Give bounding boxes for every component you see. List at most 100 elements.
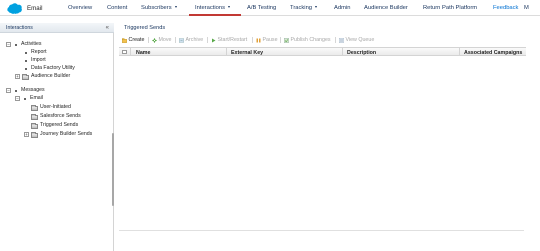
tree-item-data-factory-utility[interactable]: Data Factory Utility bbox=[0, 65, 110, 73]
nav-audience-builder[interactable]: Audience Builder bbox=[364, 5, 408, 11]
folder-icon bbox=[31, 131, 38, 138]
tree-item-label: User-Initiated bbox=[40, 104, 71, 110]
top-nav: Email Overview Content Subscribers Inter… bbox=[0, 0, 540, 16]
nav-interactions-label: Interactions bbox=[195, 5, 225, 11]
tree-item-label: Activities bbox=[21, 41, 42, 47]
move-button[interactable]: Move bbox=[152, 37, 171, 43]
tree-item-user-initiated[interactable]: User-Initiated bbox=[0, 104, 110, 112]
panel-header: Interactions « bbox=[0, 23, 114, 33]
bullet-icon bbox=[25, 51, 27, 54]
create-button[interactable]: Create bbox=[122, 37, 144, 43]
view-queue-label: View Queue bbox=[345, 37, 375, 43]
archive-label: Archive bbox=[185, 37, 204, 43]
folder-icon bbox=[31, 122, 38, 129]
nav-overflow[interactable]: M bbox=[524, 5, 529, 11]
tree-item-triggered-sends[interactable]: Triggered Sends bbox=[0, 122, 110, 130]
tree-item-email[interactable]: − Email bbox=[0, 95, 110, 103]
tree-item-label: Journey Builder Sends bbox=[40, 131, 93, 137]
column-header-associated-campaigns[interactable]: Associated Campaigns bbox=[464, 50, 522, 56]
move-label: Move bbox=[158, 37, 172, 43]
pause-icon bbox=[256, 38, 261, 42]
column-header-name[interactable]: Name bbox=[136, 50, 150, 56]
toolbar-separator bbox=[335, 37, 336, 43]
column-divider bbox=[342, 48, 343, 56]
bullet-icon bbox=[15, 89, 17, 92]
pause-button[interactable]: Pause bbox=[256, 37, 278, 43]
collapse-panel-icon[interactable]: « bbox=[106, 25, 109, 31]
triggered-sends-panel: Triggered Sends Create Move Archive Star… bbox=[119, 23, 540, 251]
column-header-description[interactable]: Description bbox=[347, 50, 376, 56]
tree-item-journey-builder-sends[interactable]: + Journey Builder Sends bbox=[0, 131, 110, 139]
app-name[interactable]: Email bbox=[27, 5, 42, 12]
toolbar-separator bbox=[252, 37, 253, 43]
start-restart-label: Start/Restart bbox=[217, 37, 248, 43]
column-header-external-key[interactable]: External Key bbox=[231, 50, 263, 56]
column-divider bbox=[459, 48, 460, 56]
chevron-down-icon bbox=[227, 6, 230, 9]
toolbar-separator bbox=[148, 37, 149, 43]
tree-item-messages[interactable]: − Messages bbox=[0, 87, 110, 95]
pause-label: Pause bbox=[262, 37, 278, 43]
collapse-icon[interactable]: − bbox=[6, 42, 11, 47]
tree-item-report[interactable]: Report bbox=[0, 49, 110, 57]
bullet-icon bbox=[24, 97, 26, 100]
nav-feedback[interactable]: Feedback bbox=[493, 5, 518, 11]
view-queue-icon bbox=[339, 37, 344, 43]
nav-overview[interactable]: Overview bbox=[68, 5, 92, 11]
collapse-icon[interactable]: − bbox=[15, 96, 20, 101]
select-all-checkbox[interactable] bbox=[122, 49, 127, 55]
tree-item-label: Import bbox=[31, 57, 46, 63]
tree-item-label: Email bbox=[30, 95, 43, 101]
publish-changes-label: Publish Changes bbox=[290, 37, 331, 43]
tree-item-label: Triggered Sends bbox=[40, 122, 79, 128]
nav-tracking-label: Tracking bbox=[290, 5, 313, 11]
folder-icon bbox=[31, 113, 38, 120]
publish-icon bbox=[284, 37, 289, 43]
nav-subscribers[interactable]: Subscribers bbox=[141, 5, 177, 11]
toolbar-separator bbox=[207, 37, 208, 43]
nav-admin[interactable]: Admin bbox=[334, 5, 350, 11]
tree-item-salesforce-sends[interactable]: Salesforce Sends bbox=[0, 113, 110, 121]
chevron-down-icon bbox=[315, 6, 318, 9]
move-icon bbox=[152, 37, 157, 43]
nav-interactions[interactable]: Interactions bbox=[195, 5, 230, 11]
view-queue-button[interactable]: View Queue bbox=[339, 37, 374, 43]
expand-icon[interactable]: + bbox=[24, 132, 29, 137]
start-restart-button[interactable]: Start/Restart bbox=[211, 37, 247, 43]
salesforce-cloud-icon[interactable] bbox=[5, 3, 22, 14]
page-title: Triggered Sends bbox=[124, 25, 166, 31]
collapse-icon[interactable]: − bbox=[6, 88, 11, 93]
expand-icon[interactable]: + bbox=[15, 74, 20, 79]
create-folder-icon bbox=[122, 37, 127, 43]
archive-button[interactable]: Archive bbox=[179, 37, 203, 43]
folder-icon bbox=[31, 104, 38, 111]
toolbar: Create Move Archive Start/Restart Pause … bbox=[119, 36, 526, 45]
tree-item-label: Salesforce Sends bbox=[40, 113, 81, 119]
folder-icon bbox=[22, 73, 29, 80]
nav-return-path[interactable]: Return Path Platform bbox=[423, 5, 477, 11]
bullet-icon bbox=[15, 43, 17, 46]
tree-item-audience-builder[interactable]: + Audience Builder bbox=[0, 73, 110, 81]
panel-scrollbar[interactable] bbox=[112, 133, 114, 206]
panel-title: Interactions bbox=[6, 25, 33, 31]
create-label: Create bbox=[128, 37, 145, 43]
publish-changes-button[interactable]: Publish Changes bbox=[284, 37, 331, 43]
grid-bottom-border bbox=[119, 230, 524, 231]
bullet-icon bbox=[25, 67, 27, 70]
tree-item-label: Audience Builder bbox=[31, 73, 71, 79]
toolbar-separator bbox=[280, 37, 281, 43]
nav-ab-testing[interactable]: A/B Testing bbox=[247, 5, 276, 11]
grid-header: Name External Key Description Associated… bbox=[119, 47, 526, 56]
nav-content[interactable]: Content bbox=[107, 5, 127, 11]
tree-item-activities[interactable]: − Activities bbox=[0, 41, 110, 49]
archive-icon bbox=[179, 37, 184, 43]
chevron-down-icon bbox=[174, 6, 177, 9]
tree-item-import[interactable]: Import bbox=[0, 57, 110, 65]
tree-item-label: Report bbox=[31, 49, 47, 55]
interactions-panel: Interactions « − Activities Report Impor… bbox=[0, 23, 114, 251]
column-divider bbox=[226, 48, 227, 56]
nav-tracking[interactable]: Tracking bbox=[290, 5, 318, 11]
tree-item-label: Data Factory Utility bbox=[31, 65, 75, 71]
tree-item-label: Messages bbox=[21, 87, 45, 93]
nav-subscribers-label: Subscribers bbox=[141, 5, 172, 11]
